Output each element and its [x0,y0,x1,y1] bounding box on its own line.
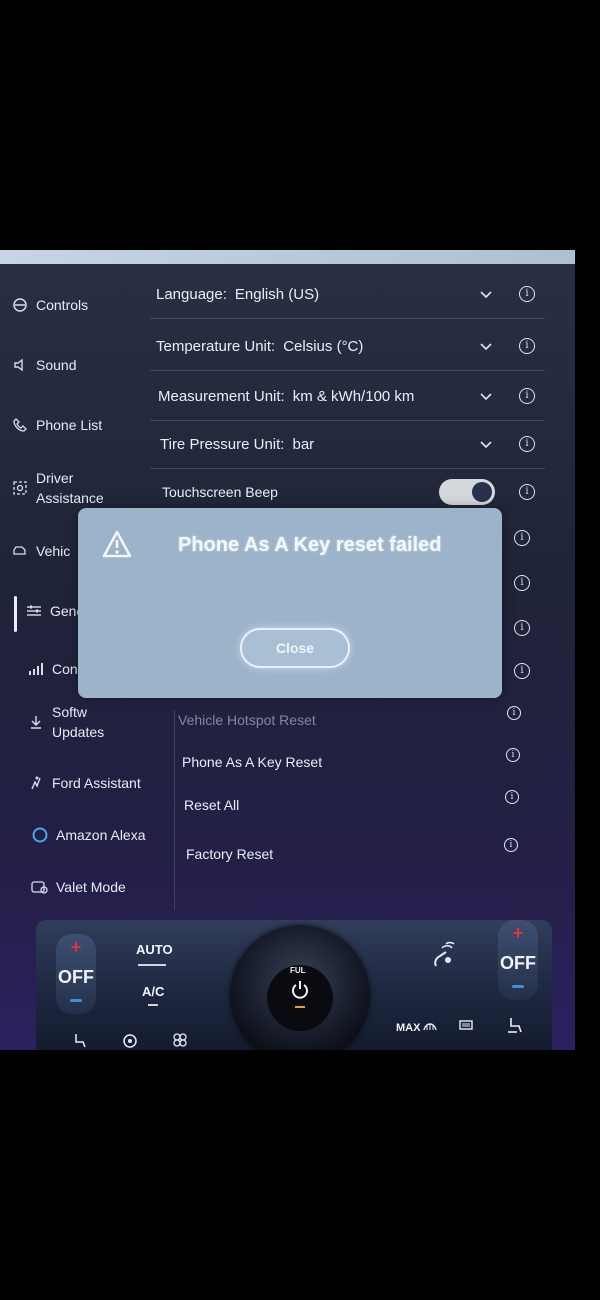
seat-airflow-icon[interactable] [428,940,462,970]
setting-label: Temperature Unit: [156,337,276,355]
valet-icon [24,880,56,894]
fan-icon[interactable] [172,1032,188,1048]
info-icon[interactable]: i [519,286,535,302]
language-row[interactable]: Language: English (US) i [150,270,545,319]
top-status-strip [0,250,575,264]
setting-value: English (US) [234,285,320,303]
temperature-unit-row[interactable]: Temperature Unit: Celsius (°C) i [150,322,545,371]
factory-reset-row[interactable]: Factory Reset [186,832,516,876]
sidebar-item-software-updates[interactable]: Softw Updates [0,694,150,750]
setting-value: km & kWh/100 km [292,387,415,405]
sidebar-item-label: Phone List [36,417,103,433]
setting-label: Measurement Unit: [158,387,285,405]
steering-heat-icon[interactable] [122,1034,138,1048]
right-temp-control[interactable]: + OFF [498,920,538,1000]
chevron-down-icon[interactable] [479,339,493,353]
setting-value: Celsius (°C) [283,337,364,355]
sliders-icon [18,604,50,618]
info-icon[interactable]: i [519,338,535,354]
reset-label: Reset All [184,797,240,813]
touchscreen-beep-toggle[interactable] [439,479,495,505]
reset-label: Vehicle Hotspot Reset [178,712,316,728]
sidebar-item-phone-list[interactable]: Phone List [0,400,150,450]
sidebar-item-label: Softw Updates [52,704,105,740]
tire-pressure-unit-row[interactable]: Tire Pressure Unit: bar i [150,420,545,469]
ac-indicator [148,1004,158,1006]
download-icon [20,715,52,729]
close-button[interactable]: Close [240,628,350,668]
sidebar-item-controls[interactable]: Controls [0,280,150,330]
sidebar-item-label: Valet Mode [56,879,126,895]
auto-indicator [138,964,166,966]
dialog-message: Phone As A Key reset failed [178,534,442,556]
measurement-unit-row[interactable]: Measurement Unit: km & kWh/100 km i [150,372,545,421]
sidebar-item-valet-mode[interactable]: Valet Mode [0,862,150,912]
chevron-down-icon[interactable] [479,287,493,301]
ac-button[interactable]: A/C [142,984,164,999]
info-icon[interactable]: i [519,436,535,452]
reset-all-row[interactable]: Reset All [184,783,514,827]
sidebar-item-label: Controls [36,297,89,313]
phone-as-a-key-reset-row[interactable]: Phone As A Key Reset [182,740,512,784]
vehicle-display: Controls Sound Phone List Driver Assista… [0,250,575,1050]
sidebar-item-label: Vehic [36,543,71,559]
info-icon[interactable]: i [514,575,530,591]
power-indicator [295,1006,305,1008]
power-icon[interactable] [291,980,309,1000]
sidebar-item-sound[interactable]: Sound [0,340,150,390]
sidebar-item-label: Ford Assistant [52,775,141,791]
phone-icon [4,418,36,432]
driver-assist-icon [4,480,36,496]
info-icon[interactable]: i [505,790,519,804]
auto-button[interactable]: AUTO [136,942,173,957]
ford-assistant-icon [20,776,52,790]
vehicle-icon [4,544,36,558]
temp-down-icon[interactable] [512,985,524,988]
info-icon[interactable]: i [507,706,521,720]
sidebar-item-label: Sound [36,357,77,373]
vehicle-hotspot-reset-row[interactable]: Vehicle Hotspot Reset [178,698,508,742]
setting-value: bar [292,435,315,453]
warning-icon [102,530,132,558]
reset-label: Phone As A Key Reset [182,754,323,770]
temp-up-icon[interactable]: + [513,924,524,942]
controls-icon [4,297,36,313]
info-icon[interactable]: i [504,838,518,852]
info-icon[interactable]: i [514,663,530,679]
sidebar-item-amazon-alexa[interactable]: Amazon Alexa [0,810,150,860]
heated-seat-icon[interactable] [506,1016,524,1034]
right-temp-value: OFF [500,953,536,973]
error-dialog: Phone As A Key reset failed Close [78,508,502,698]
defrost-icon [423,1023,437,1031]
info-icon[interactable]: i [514,620,530,636]
left-temp-value: OFF [58,967,94,987]
setting-label: Touchscreen Beep [162,484,278,500]
sidebar-item-ford-assistant[interactable]: Ford Assistant [0,758,150,808]
left-heated-seat-icon[interactable] [72,1032,88,1048]
info-icon[interactable]: i [519,484,535,500]
chevron-down-icon[interactable] [479,437,493,451]
sidebar-item-label: Amazon Alexa [56,827,146,843]
active-indicator [14,596,17,632]
alexa-icon [24,827,56,843]
setting-label: Tire Pressure Unit: [160,435,285,453]
signal-icon [20,663,52,675]
rear-defrost-icon[interactable] [458,1020,474,1032]
info-icon[interactable]: i [519,388,535,404]
section-divider [174,710,175,910]
reset-label: Factory Reset [186,846,274,862]
temp-down-icon[interactable] [70,999,82,1002]
fan-level-label: FUL [290,966,306,975]
temp-up-icon[interactable]: + [71,938,82,956]
info-icon[interactable]: i [506,748,520,762]
max-defrost-button[interactable]: MAX [396,1022,420,1034]
setting-label: Language: [156,285,227,303]
sidebar-item-label: Driver Assistance [36,470,104,506]
bezel-bottom [0,1050,600,1300]
chevron-down-icon[interactable] [479,389,493,403]
toggle-knob [472,482,492,502]
speaker-icon [4,358,36,372]
info-icon[interactable]: i [514,530,530,546]
left-temp-control[interactable]: + OFF [56,934,96,1014]
